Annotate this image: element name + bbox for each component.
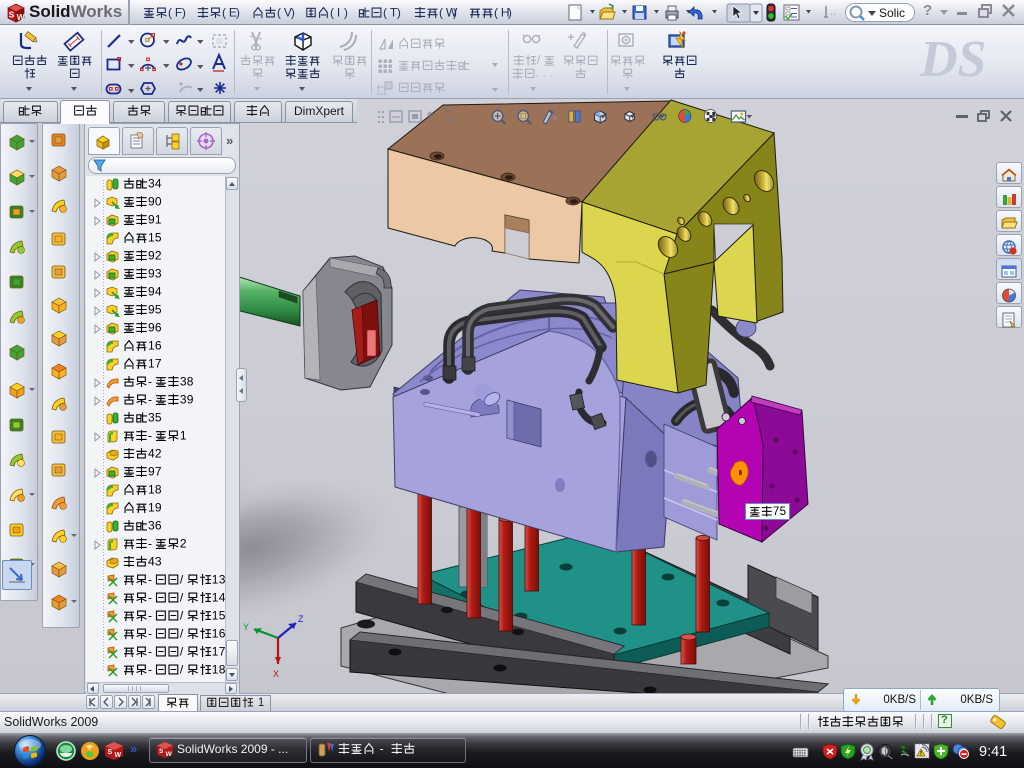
svg-text:!: ! xyxy=(920,752,922,758)
svg-text:X: X xyxy=(273,669,279,679)
svg-text:-: - xyxy=(380,741,384,755)
svg-text:-: - xyxy=(148,662,152,676)
svg-text:1: 1 xyxy=(180,428,187,442)
svg-text:»: » xyxy=(130,741,137,756)
svg-text:Z: Z xyxy=(298,614,304,624)
svg-text:7: 7 xyxy=(155,356,162,370)
svg-text:/: / xyxy=(180,644,184,658)
svg-text:9: 9 xyxy=(155,500,162,514)
svg-text:6: 6 xyxy=(155,320,162,334)
svg-text:1: 1 xyxy=(212,626,219,640)
svg-text:5: 5 xyxy=(155,410,162,424)
svg-text:Y: Y xyxy=(243,622,249,632)
svg-text:/: / xyxy=(180,590,184,604)
svg-text:2: 2 xyxy=(155,446,162,460)
svg-text:7: 7 xyxy=(219,644,226,658)
svg-text:5: 5 xyxy=(780,506,786,518)
svg-text:-: - xyxy=(148,572,152,586)
svg-text:W: W xyxy=(166,751,173,758)
svg-text:-: - xyxy=(148,590,152,604)
svg-text:-: - xyxy=(148,428,152,442)
svg-text:1: 1 xyxy=(212,572,219,586)
svg-text:1: 1 xyxy=(212,644,219,658)
svg-text:1: 1 xyxy=(212,608,219,622)
svg-text:-: - xyxy=(148,608,152,622)
svg-text:1: 1 xyxy=(155,212,162,226)
svg-text:0: 0 xyxy=(155,194,162,208)
svg-text:3: 3 xyxy=(155,554,162,568)
svg-text:6: 6 xyxy=(219,626,226,640)
svg-text:2: 2 xyxy=(155,248,162,262)
svg-text:/: / xyxy=(180,626,184,640)
svg-text:7: 7 xyxy=(773,506,779,518)
svg-text:-: - xyxy=(148,536,152,550)
svg-text:/: / xyxy=(180,608,184,622)
svg-text:8: 8 xyxy=(187,374,194,388)
svg-text:1: 1 xyxy=(212,590,219,604)
svg-text:S: S xyxy=(159,748,164,755)
svg-text:S: S xyxy=(108,749,113,756)
svg-text:3: 3 xyxy=(155,266,162,280)
svg-text:W: W xyxy=(115,752,122,759)
svg-text:5: 5 xyxy=(219,608,226,622)
svg-text:6: 6 xyxy=(155,518,162,532)
svg-text:5: 5 xyxy=(155,302,162,316)
svg-text:-: - xyxy=(148,626,152,640)
svg-text:1: 1 xyxy=(212,662,219,676)
svg-text:1: 1 xyxy=(258,697,264,709)
svg-text:4: 4 xyxy=(219,590,226,604)
svg-text:8: 8 xyxy=(155,482,162,496)
svg-text:3: 3 xyxy=(219,572,226,586)
svg-text:-: - xyxy=(148,392,152,406)
svg-text:2: 2 xyxy=(180,536,187,550)
svg-text:8: 8 xyxy=(219,662,226,676)
svg-text:4: 4 xyxy=(155,176,162,190)
svg-text:9: 9 xyxy=(187,392,194,406)
svg-text:/: / xyxy=(180,572,184,586)
svg-text:7: 7 xyxy=(155,464,162,478)
svg-text:/: / xyxy=(537,55,541,67)
svg-text:.: . xyxy=(543,68,546,80)
svg-text:5: 5 xyxy=(155,230,162,244)
svg-text:/: / xyxy=(180,662,184,676)
svg-text:.: . xyxy=(536,68,539,80)
svg-text:4: 4 xyxy=(155,284,162,298)
svg-text:-: - xyxy=(148,644,152,658)
svg-text:-: - xyxy=(148,374,152,388)
svg-text:6: 6 xyxy=(155,338,162,352)
